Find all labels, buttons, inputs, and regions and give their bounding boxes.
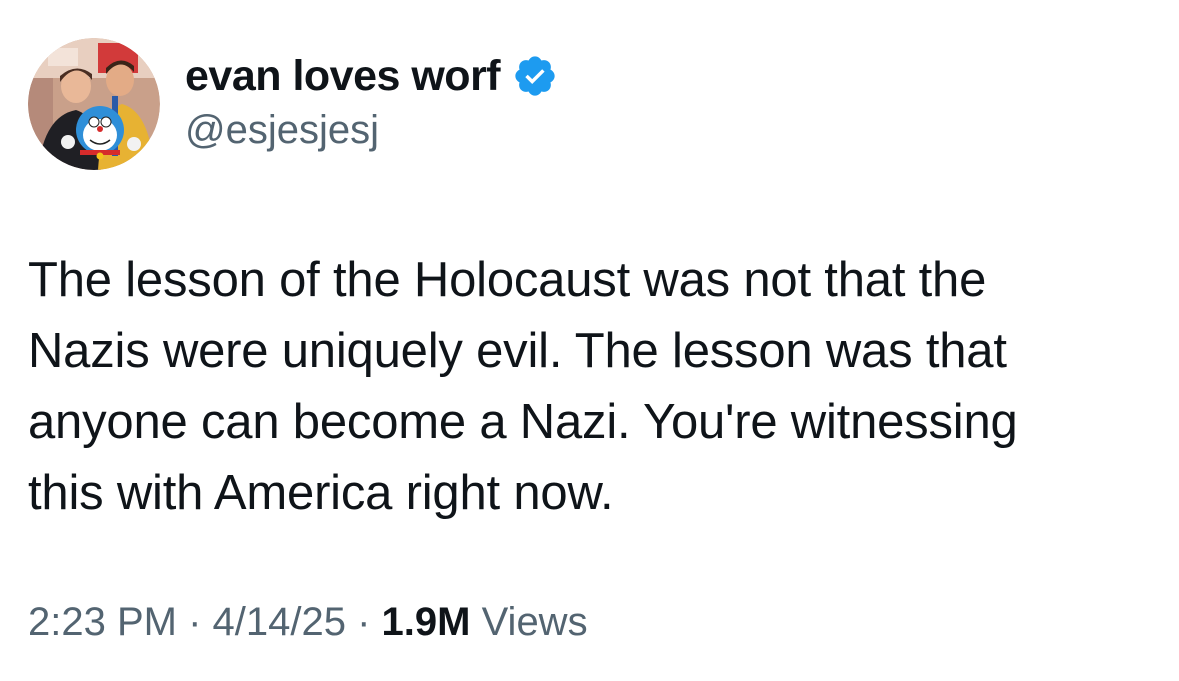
views-label: Views [481,600,588,644]
tweet-time[interactable]: 2:23 PM [28,600,177,644]
verified-badge-icon[interactable] [512,53,558,99]
author-handle[interactable]: @esjesjesj [185,108,379,153]
tweet-text-line: this with America right now. [28,466,614,520]
tweet-text-line: The lesson of the Holocaust was not that… [28,253,987,307]
tweet-date[interactable]: 4/14/25 [213,600,346,644]
author-display-name[interactable]: evan loves worf [185,52,501,101]
meta-separator: · [176,600,213,644]
avatar[interactable] [28,38,160,170]
tweet-meta: 2:23 PM · 4/14/25 · 1.9M Views [28,600,588,645]
tweet-text: The lesson of the Holocaust was not that… [28,245,1148,529]
author-name-row: evan loves worf [185,50,558,102]
avatar-photo [28,38,160,170]
tweet-text-line: Nazis were uniquely evil. The lesson was… [28,324,1007,378]
views-count[interactable]: 1.9M [382,600,471,644]
tweet-text-line: anyone can become a Nazi. You're witness… [28,395,1018,449]
tweet-card: evan loves worf @esjesjesj The lesson of… [0,0,1179,681]
meta-separator: · [345,600,382,644]
